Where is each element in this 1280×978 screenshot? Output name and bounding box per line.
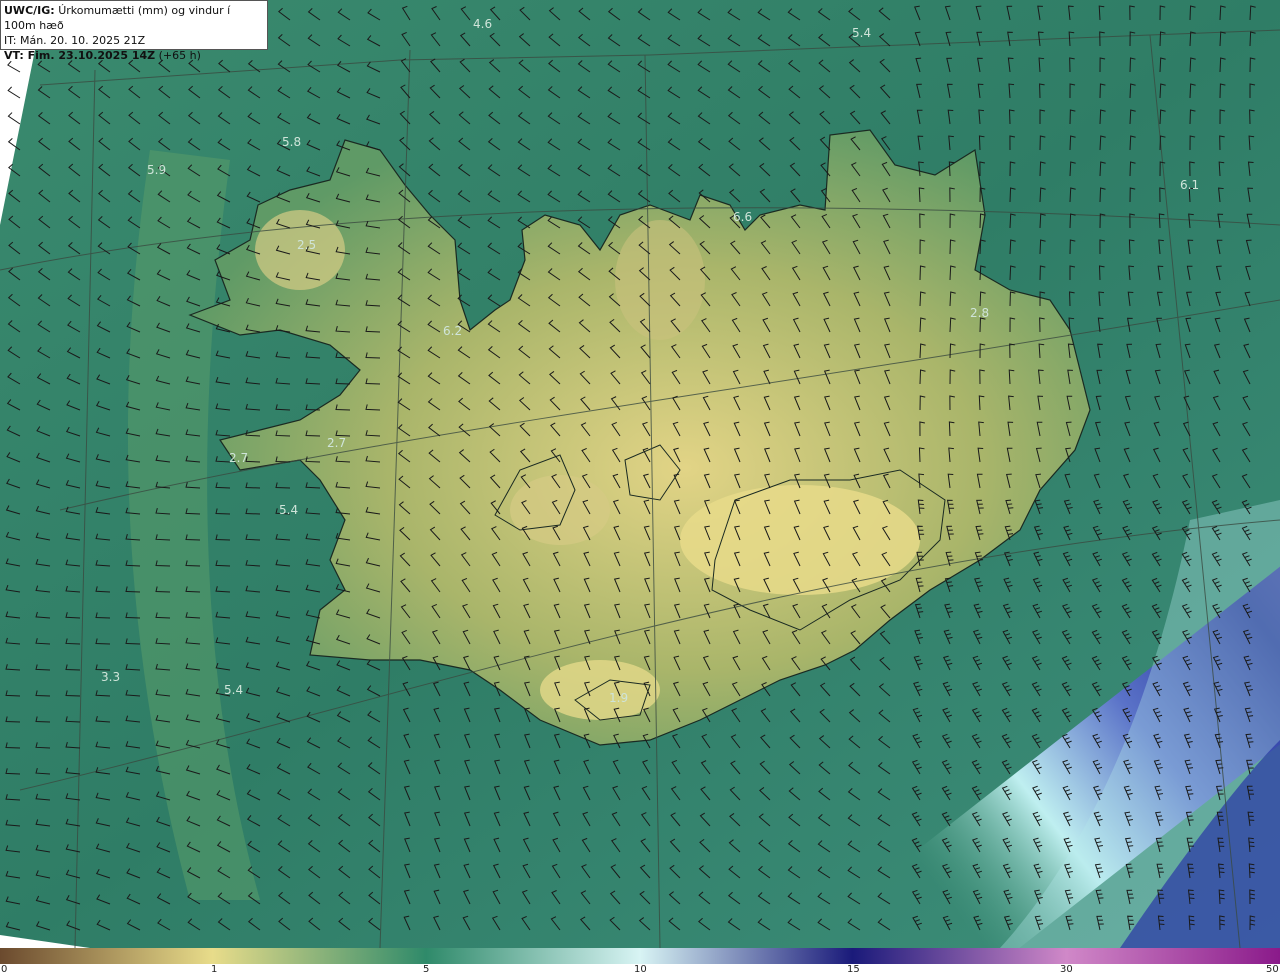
valid-time-line: VT: Fim. 23.10.2025 14Z (+65 h) (4, 48, 264, 63)
map-label-3: 5.8 (282, 135, 301, 149)
colorbar-scale (0, 948, 1280, 964)
colorbar-tick-1: 1 (211, 964, 218, 975)
map-label-1: 4.6 (473, 17, 492, 31)
map-label-14: 5.4 (224, 683, 243, 697)
colorbar-tick-6: 50 (1266, 964, 1279, 975)
map-info-box: UWC/IG: Úrkomumætti (mm) og vindur í 100… (0, 0, 268, 62)
map-label-15: 1.9 (609, 691, 628, 705)
weather-map: 4.6 5.4 5.8 5.9 6.6 6.1 2.5 6.2 2.8 2.7 … (0, 0, 1280, 948)
map-label-4: 5.9 (147, 163, 166, 177)
map-label-12: 5.4 (279, 503, 298, 517)
model-label: UWC/IG: (4, 4, 55, 17)
colorbar-tick-3: 10 (634, 964, 647, 975)
map-label-7: 2.5 (297, 238, 316, 252)
colorbar-tick-2: 5 (423, 964, 430, 975)
colorbar-tick-5: 30 (1060, 964, 1073, 975)
map-label-2: 5.4 (852, 26, 871, 40)
map-label-10: 2.7 (327, 436, 346, 450)
map-label-9: 2.8 (970, 306, 989, 320)
colorbar-tick-0: 0 (1, 964, 8, 975)
init-time: IT: Mán. 20. 10. 2025 21Z (4, 34, 146, 47)
map-label-8: 6.2 (443, 324, 462, 338)
colorbar: 0 1 5 10 15 30 50 (0, 948, 1280, 978)
valid-offset: (+65 h) (158, 49, 201, 62)
valid-time: VT: Fim. 23.10.2025 14Z (4, 49, 156, 62)
map-label-6: 6.1 (1180, 178, 1199, 192)
title-line: UWC/IG: Úrkomumætti (mm) og vindur í 100… (4, 3, 264, 33)
map-label-5: 6.6 (733, 210, 752, 224)
colorbar-tick-4: 15 (847, 964, 860, 975)
map-label-11: 2.7 (229, 451, 248, 465)
map-label-13: 3.3 (101, 670, 120, 684)
